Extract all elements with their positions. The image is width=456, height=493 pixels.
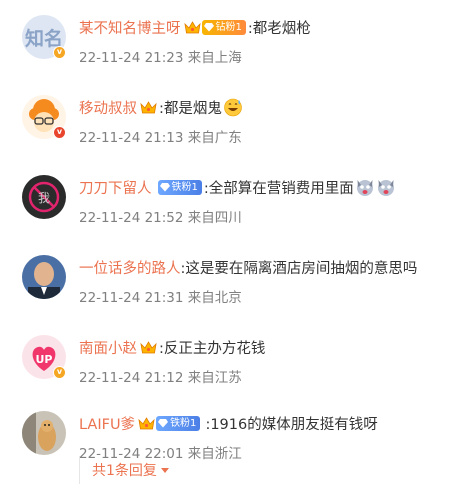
comment-text: :都老烟枪 xyxy=(247,20,311,37)
crown-icon xyxy=(140,340,157,353)
avatar[interactable]: 我 xyxy=(22,175,66,219)
fan-badge[interactable]: 钻粉1 xyxy=(201,19,246,35)
avatar-image xyxy=(22,411,66,455)
fan-badge[interactable]: 铁粉1 xyxy=(157,179,202,195)
fan-badge[interactable]: 铁粉1 xyxy=(156,415,201,431)
comment-meta: 22-11-24 21:52 来自四川 xyxy=(79,210,242,226)
comment-meta: 22-11-24 21:12 来自江苏 xyxy=(79,370,242,386)
verified-badge-icon: v xyxy=(53,46,66,59)
verified-badge-icon: v xyxy=(53,126,66,139)
dog-face-emoji-icon xyxy=(377,180,394,196)
comment-text: :1916的媒体朋友挺有钱呀 xyxy=(205,416,378,433)
fan-badge-label: 钻粉1 xyxy=(215,21,242,33)
username[interactable]: 某不知名博主呀 xyxy=(79,17,181,38)
grinning-sweat-emoji-icon xyxy=(224,98,242,117)
avatar[interactable] xyxy=(22,411,66,455)
diamond-icon xyxy=(158,419,169,428)
username[interactable]: 移动叔叔 xyxy=(79,97,137,118)
avatar-text: UP xyxy=(36,353,53,366)
comment-meta: 22-11-24 21:13 来自广东 xyxy=(79,130,242,146)
diamond-icon xyxy=(203,23,214,32)
comment-text: :反正主办方花钱 xyxy=(159,340,266,357)
crown-icon xyxy=(138,416,155,429)
comment-text: :这是要在隔离酒店房间抽烟的意思吗 xyxy=(180,260,418,277)
avatar[interactable]: UP v xyxy=(22,335,66,379)
avatar-text: 我 xyxy=(38,191,50,205)
comment-meta: 22-11-24 21:31 来自北京 xyxy=(79,290,242,306)
avatar[interactable] xyxy=(22,255,66,299)
comment-text: :都是烟鬼 xyxy=(159,100,222,117)
caret-down-icon xyxy=(160,467,169,473)
username[interactable]: 一位话多的路人 xyxy=(79,257,181,278)
dog-face-emoji-icon xyxy=(356,180,373,196)
username[interactable]: LAIFU爹 xyxy=(79,413,135,434)
reply-count-label: 共1条回复 xyxy=(92,463,157,479)
avatar[interactable]: 知名 v xyxy=(22,15,66,59)
fan-badge-label: 铁粉1 xyxy=(171,181,198,193)
avatar-image xyxy=(22,255,66,299)
username[interactable]: 刀刀下留人 xyxy=(79,177,152,198)
crown-icon xyxy=(140,100,157,113)
comment-text: :全部算在营销费用里面 xyxy=(203,180,354,197)
fan-badge-label: 铁粉1 xyxy=(170,417,197,429)
comment-item: LAIFU爹 铁粉1 :1916的媒体朋友挺有钱呀 22-11-24 22:01… xyxy=(0,396,456,492)
diamond-icon xyxy=(159,183,170,192)
comment-meta: 22-11-24 21:23 来自上海 xyxy=(79,50,242,66)
avatar-image: 我 xyxy=(22,175,66,219)
crown-icon xyxy=(183,20,201,33)
verified-badge-icon: v xyxy=(53,366,66,379)
view-replies-button[interactable]: 共1条回复 xyxy=(79,456,169,484)
avatar[interactable]: v xyxy=(22,95,66,139)
username[interactable]: 南面小赵 xyxy=(79,337,137,358)
